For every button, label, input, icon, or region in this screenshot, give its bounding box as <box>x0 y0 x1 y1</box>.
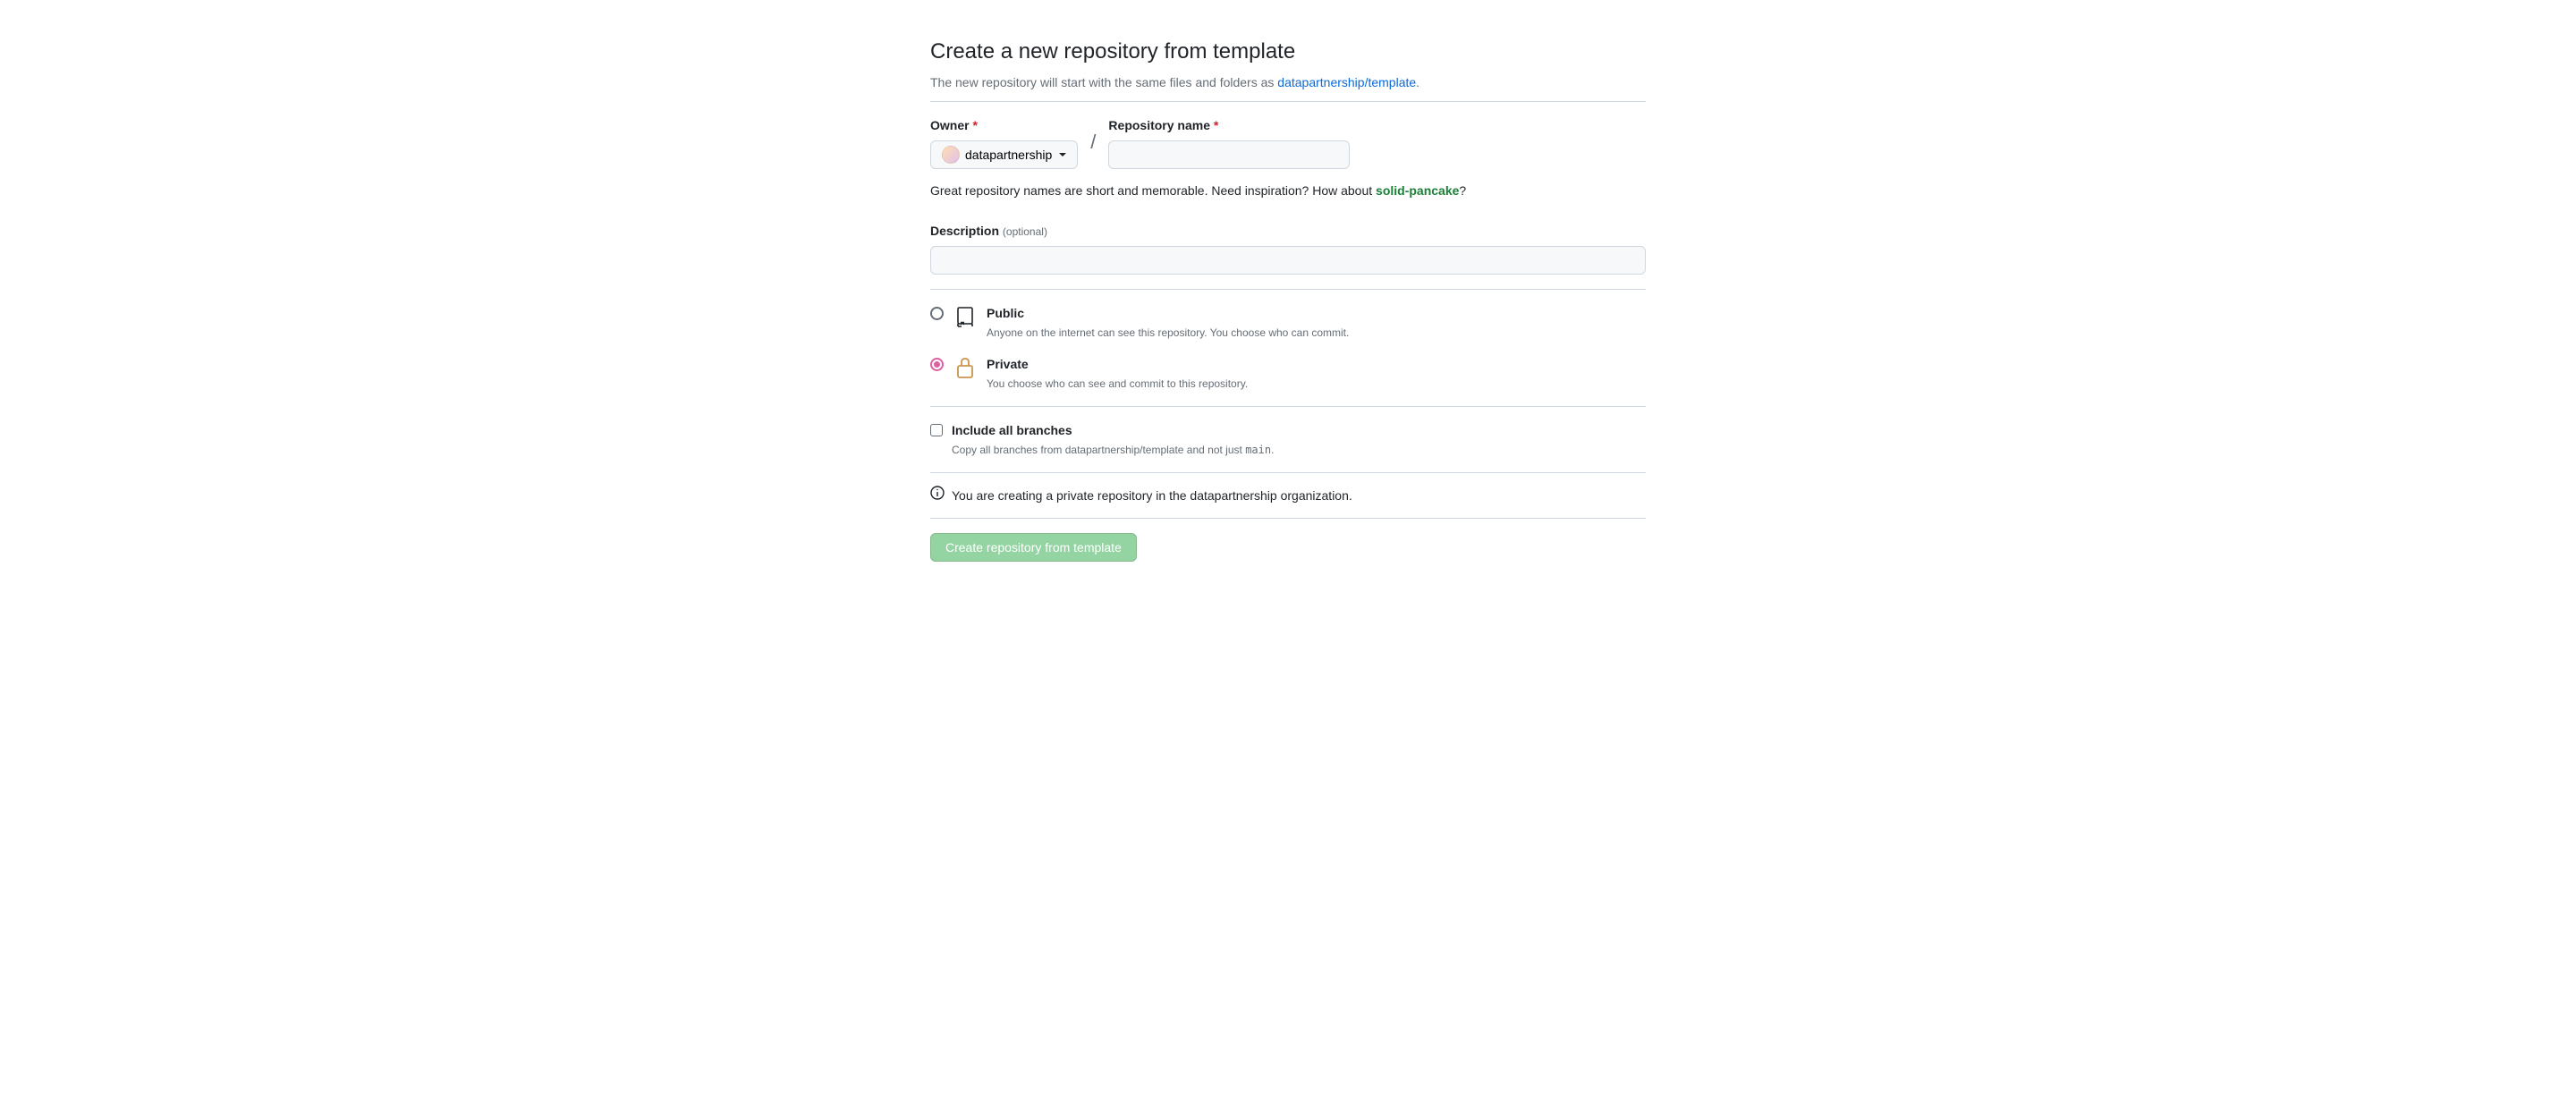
description-input[interactable] <box>930 246 1646 275</box>
repo-name-input[interactable] <box>1108 140 1350 169</box>
radio-public[interactable] <box>930 307 944 320</box>
optional-text: (optional) <box>1003 225 1047 238</box>
owner-avatar-icon <box>942 146 960 164</box>
info-message-row: You are creating a private repository in… <box>930 473 1646 518</box>
subtitle-suffix: . <box>1416 75 1419 89</box>
slash-separator: / <box>1090 127 1096 158</box>
visibility-private-option[interactable]: Private You choose who can see and commi… <box>930 355 1646 392</box>
required-asterisk: * <box>1214 118 1218 132</box>
divider <box>930 518 1646 519</box>
info-icon <box>930 486 945 505</box>
repo-name-label: Repository name * <box>1108 116 1350 135</box>
page-subtitle: The new repository will start with the s… <box>930 73 1646 92</box>
include-branches-option[interactable]: Include all branches <box>930 421 1646 440</box>
caret-down-icon <box>1059 153 1066 157</box>
owner-value: datapartnership <box>965 148 1052 162</box>
owner-select-button[interactable]: datapartnership <box>930 140 1078 169</box>
create-repo-button[interactable]: Create repository from template <box>930 533 1137 562</box>
repo-icon <box>953 304 978 329</box>
subtitle-prefix: The new repository will start with the s… <box>930 75 1277 89</box>
owner-label: Owner * <box>930 116 1078 135</box>
visibility-public-option[interactable]: Public Anyone on the internet can see th… <box>930 304 1646 341</box>
private-desc: You choose who can see and commit to thi… <box>987 376 1646 392</box>
name-hint: Great repository names are short and mem… <box>930 182 1646 200</box>
info-message-text: You are creating a private repository in… <box>952 487 1352 505</box>
include-branches-desc: Copy all branches from datapartnership/t… <box>952 442 1646 458</box>
lock-icon <box>953 355 978 380</box>
main-branch-name: main <box>1245 444 1271 456</box>
template-link[interactable]: datapartnership/template <box>1277 75 1416 89</box>
name-suggestion[interactable]: solid-pancake <box>1376 183 1459 198</box>
public-desc: Anyone on the internet can see this repo… <box>987 325 1646 341</box>
private-title: Private <box>987 355 1646 374</box>
required-asterisk: * <box>972 118 977 132</box>
page-title: Create a new repository from template <box>930 36 1646 68</box>
include-branches-checkbox[interactable] <box>930 424 943 436</box>
include-branches-label: Include all branches <box>952 421 1072 440</box>
public-title: Public <box>987 304 1646 323</box>
radio-private[interactable] <box>930 358 944 371</box>
description-label: Description (optional) <box>930 224 1047 238</box>
